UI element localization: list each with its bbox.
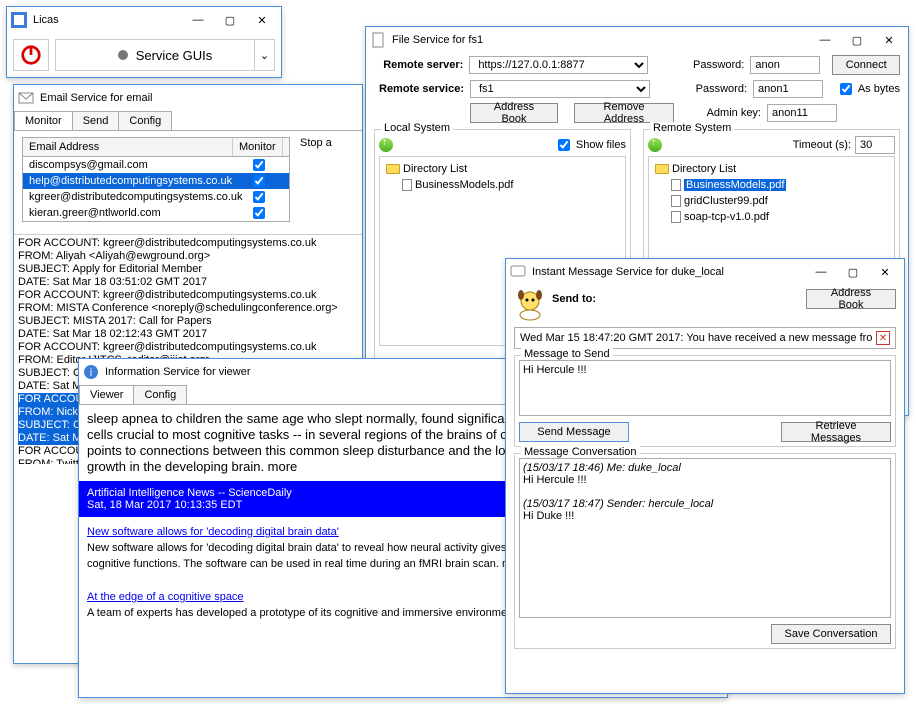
tree-item[interactable]: soap-tcp-v1.0.pdf — [653, 209, 890, 225]
password1-input[interactable] — [750, 56, 820, 74]
th-monitor[interactable]: Monitor — [233, 138, 283, 156]
remote-server-select[interactable]: https://127.0.0.1:8877 — [469, 56, 648, 74]
msg-textarea[interactable]: Hi Hercule !!! — [519, 360, 891, 416]
service-guis-dropdown[interactable]: Service GUIs ⌄ — [55, 39, 275, 71]
monitor-check[interactable] — [253, 159, 265, 171]
up-icon[interactable] — [379, 138, 393, 152]
timeout-label: Timeout (s): — [793, 139, 851, 151]
monitor-check[interactable] — [253, 175, 265, 187]
minimize-button[interactable]: — — [810, 30, 840, 50]
table-row[interactable]: discompsys@gmail.com — [23, 157, 289, 173]
close-button[interactable]: ✕ — [870, 262, 900, 282]
mascot-icon — [514, 289, 546, 321]
dirlist-label: Directory List — [403, 163, 467, 175]
alert-text: Wed Mar 15 18:47:20 GMT 2017: You have r… — [520, 332, 872, 344]
news-link[interactable]: New software allows for 'decoding digita… — [87, 526, 339, 538]
table-row[interactable]: kgreer@distributedcomputingsystems.co.uk — [23, 189, 289, 205]
close-alert-icon[interactable]: ✕ — [876, 331, 890, 345]
im-title: Instant Message Service for duke_local — [532, 266, 806, 278]
power-button[interactable] — [13, 39, 49, 71]
tree-item[interactable]: gridCluster99.pdf — [653, 193, 890, 209]
page-icon — [402, 179, 412, 191]
local-legend: Local System — [381, 122, 453, 134]
tab-config[interactable]: Config — [133, 385, 187, 404]
remote-service-label: Remote service: — [374, 83, 464, 95]
folder-icon — [655, 164, 669, 174]
password2-input[interactable] — [753, 80, 823, 98]
email-tabs: Monitor Send Config — [14, 111, 362, 131]
email-titlebar: Email Service for email — [14, 85, 362, 111]
monitor-check[interactable] — [253, 207, 265, 219]
conversation-group: Message Conversation (15/03/17 18:46) Me… — [514, 453, 896, 649]
alert-bar: Wed Mar 15 18:47:20 GMT 2017: You have r… — [514, 327, 896, 349]
page-icon — [671, 179, 681, 191]
im-window: Instant Message Service for duke_local —… — [505, 258, 905, 694]
minimize-button[interactable]: — — [183, 10, 213, 30]
monitor-check[interactable] — [253, 191, 265, 203]
removeaddr-button[interactable]: Remove Address — [574, 103, 674, 123]
connect-button[interactable]: Connect — [832, 55, 900, 75]
tree-item[interactable]: BusinessModels.pdf — [384, 177, 621, 193]
timeout-input[interactable] — [855, 136, 895, 154]
send-message-button[interactable]: Send Message — [519, 422, 629, 442]
fs-titlebar: File Service for fs1 — ▢ ✕ — [366, 27, 908, 53]
chat-icon — [510, 264, 526, 280]
password2-label: Password: — [692, 83, 747, 95]
showfiles-check[interactable]: Show files — [554, 136, 626, 154]
close-button[interactable]: ✕ — [874, 30, 904, 50]
up-icon[interactable] — [648, 138, 662, 152]
email-table: Email Address Monitor discompsys@gmail.c… — [22, 137, 290, 222]
dot-icon — [118, 50, 128, 60]
file-icon — [370, 32, 386, 48]
asbytes-check[interactable]: As bytes — [836, 80, 900, 98]
news-link[interactable]: At the edge of a cognitive space — [87, 591, 244, 603]
svg-text:i: i — [90, 367, 92, 379]
fs-title: File Service for fs1 — [392, 34, 810, 46]
page-icon — [671, 195, 681, 207]
close-button[interactable]: ✕ — [247, 10, 277, 30]
table-row[interactable]: help@distributedcomputingsystems.co.uk — [23, 173, 289, 189]
page-icon — [671, 211, 681, 223]
adminkey-label: Admin key: — [706, 107, 761, 119]
retrieve-messages-button[interactable]: Retrieve Messages — [781, 422, 891, 442]
adminkey-input[interactable] — [767, 104, 837, 122]
sendto-label: Send to: — [552, 293, 596, 305]
dropdown-label: Service GUIs — [136, 48, 213, 63]
im-addressbook-button[interactable]: Address Book — [806, 289, 896, 309]
maximize-button[interactable]: ▢ — [215, 10, 245, 30]
minimize-button[interactable]: — — [806, 262, 836, 282]
folder-icon — [386, 164, 400, 174]
remote-service-select[interactable]: fs1 — [470, 80, 650, 98]
dirlist-label: Directory List — [672, 163, 736, 175]
tab-config[interactable]: Config — [118, 111, 172, 130]
email-title: Email Service for email — [40, 92, 358, 104]
th-email[interactable]: Email Address — [23, 138, 233, 156]
stop-label: Stop a — [300, 137, 332, 149]
conversation-box[interactable]: (15/03/17 18:46) Me: duke_localHi Hercul… — [519, 458, 891, 618]
table-row[interactable]: kieran.greer@ntlworld.com — [23, 205, 289, 221]
msg-legend: Message to Send — [521, 348, 613, 360]
info-icon: i — [83, 364, 99, 380]
mail-icon — [18, 90, 34, 106]
tab-monitor[interactable]: Monitor — [14, 111, 73, 130]
conv-legend: Message Conversation — [521, 446, 640, 458]
save-conversation-button[interactable]: Save Conversation — [771, 624, 891, 644]
maximize-button[interactable]: ▢ — [842, 30, 872, 50]
maximize-button[interactable]: ▢ — [838, 262, 868, 282]
password-label: Password: — [690, 59, 745, 71]
power-icon — [20, 44, 42, 66]
tree-item[interactable]: BusinessModels.pdf — [653, 177, 890, 193]
addressbook-button[interactable]: Address Book — [470, 103, 558, 123]
tab-viewer[interactable]: Viewer — [79, 385, 134, 404]
licas-titlebar: Licas — ▢ ✕ — [7, 7, 281, 33]
tab-send[interactable]: Send — [72, 111, 120, 130]
licas-window: Licas — ▢ ✕ Service GUIs ⌄ — [6, 6, 282, 78]
chevron-down-icon[interactable]: ⌄ — [254, 40, 274, 70]
msg-to-send-group: Message to Send Hi Hercule !!! Send Mess… — [514, 355, 896, 447]
app-icon — [11, 12, 27, 28]
remote-legend: Remote System — [650, 122, 734, 134]
im-titlebar: Instant Message Service for duke_local —… — [506, 259, 904, 285]
licas-title: Licas — [33, 14, 183, 26]
remote-server-label: Remote server: — [374, 59, 463, 71]
